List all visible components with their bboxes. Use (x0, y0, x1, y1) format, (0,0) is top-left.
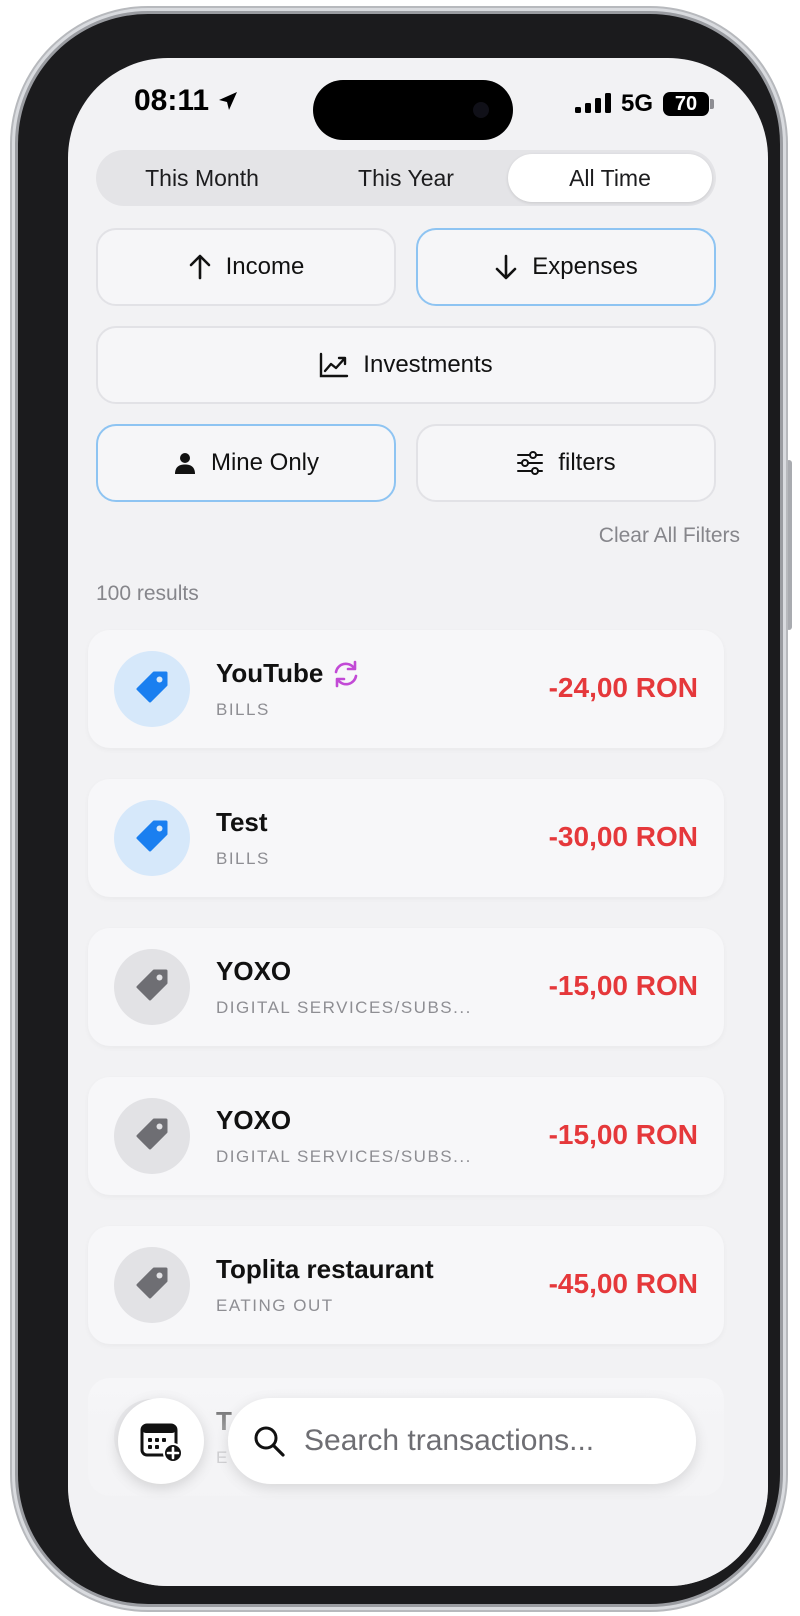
clock: 08:11 (134, 84, 210, 117)
transaction-category: DIGITAL SERVICES/SUBS... (216, 998, 472, 1017)
period-segmented-control: This Month This Year All Time (96, 150, 716, 206)
category-icon-circle (114, 1247, 190, 1323)
tag-icon (136, 969, 168, 1001)
results-count: 100 results (96, 582, 199, 605)
transaction-title-row: YouTube (216, 658, 361, 689)
income-filter-button[interactable]: Income (96, 228, 396, 306)
transaction-card[interactable]: YOXO DIGITAL SERVICES/SUBS... -15,00 RON (88, 928, 724, 1046)
chart-line-icon (320, 352, 349, 378)
transaction-category: EATING OUT (216, 1296, 334, 1315)
transaction-card[interactable]: Toplita restaurant EATING OUT -45,00 RON (88, 1226, 724, 1344)
transaction-title: YOXO (216, 1105, 292, 1135)
tab-this-month[interactable]: This Month (100, 154, 304, 202)
transaction-amount: -30,00 RON (548, 821, 698, 852)
clear-all-filters-link[interactable]: Clear All Filters (599, 524, 740, 548)
transaction-amount: -15,00 RON (548, 970, 698, 1001)
volume-up-button (10, 424, 16, 528)
transaction-category: DIGITAL SERVICES/SUBS... (216, 1147, 472, 1166)
transaction-title: YouTube (216, 658, 324, 688)
status-time: 08:11 (134, 84, 239, 118)
transaction-category: BILLS (216, 849, 270, 868)
location-arrow-icon (219, 92, 238, 110)
app-screen: 08:11 5G 70 This Month This Year All Tim… (68, 58, 768, 1586)
category-icon-circle (114, 949, 190, 1025)
mine-only-label: Mine Only (210, 449, 320, 476)
dynamic-island (313, 80, 513, 140)
battery-level: 70 (663, 92, 709, 116)
search-bar[interactable] (228, 1398, 696, 1484)
status-indicators: 5G 70 (574, 90, 714, 118)
transaction-title: Toplita restaurant (216, 1254, 434, 1284)
tag-icon (136, 820, 168, 852)
category-icon-circle (114, 1098, 190, 1174)
filters-label: filters (558, 449, 616, 476)
transaction-category: BILLS (216, 700, 270, 719)
network-type: 5G (620, 90, 653, 117)
expenses-filter-button[interactable]: Expenses (416, 228, 716, 306)
tag-icon (136, 1267, 168, 1299)
tag-icon (136, 671, 168, 703)
phone-frame: 08:11 5G 70 This Month This Year All Tim… (18, 14, 780, 1604)
transaction-title: YOXO (216, 956, 292, 986)
mine-only-filter-button[interactable]: Mine Only (96, 424, 396, 502)
arrow-down-icon (495, 254, 517, 280)
transaction-title-row: Toplita restaurant (216, 1254, 434, 1285)
transaction-title-row: YOXO (216, 956, 291, 987)
volume-down-button (10, 560, 16, 664)
transaction-title-row: YOXO (216, 1105, 291, 1136)
transaction-amount: -45,00 RON (548, 1268, 698, 1299)
calendar-add-icon (140, 1423, 183, 1463)
transaction-amount: -15,00 RON (548, 1119, 698, 1150)
category-icon-circle (114, 800, 190, 876)
add-calendar-button[interactable] (118, 1398, 204, 1484)
battery-icon: 70 (663, 92, 714, 116)
tab-all-time[interactable]: All Time (508, 154, 712, 202)
search-icon (254, 1426, 285, 1457)
search-input[interactable] (304, 1424, 664, 1458)
person-icon (174, 453, 195, 474)
category-icon-circle (114, 651, 190, 727)
signal-icon (574, 93, 611, 113)
recurring-icon (335, 660, 358, 687)
income-filter-label: Income (225, 253, 305, 280)
tab-this-year[interactable]: This Year (304, 154, 508, 202)
transaction-title-row: Test (216, 807, 268, 838)
filters-button[interactable]: filters (416, 424, 716, 502)
transaction-card[interactable]: YouTube BILLS -24,00 RON (88, 630, 724, 748)
investments-filter-label: Investments (363, 351, 493, 378)
arrow-up-icon (189, 254, 210, 280)
action-button (10, 310, 16, 372)
sliders-icon (517, 451, 544, 475)
transaction-card[interactable]: Test BILLS -30,00 RON (88, 779, 724, 897)
power-button (786, 460, 792, 630)
transaction-title: Test (216, 807, 268, 837)
transaction-card[interactable]: YOXO DIGITAL SERVICES/SUBS... -15,00 RON (88, 1077, 724, 1195)
tag-icon (136, 1118, 168, 1150)
expenses-filter-label: Expenses (532, 253, 638, 280)
investments-filter-button[interactable]: Investments (96, 326, 716, 404)
transactions-list: YouTube BILLS -24,00 RON Test BILLS -30,00 RO… (88, 630, 724, 1375)
transaction-amount: -24,00 RON (548, 672, 698, 703)
